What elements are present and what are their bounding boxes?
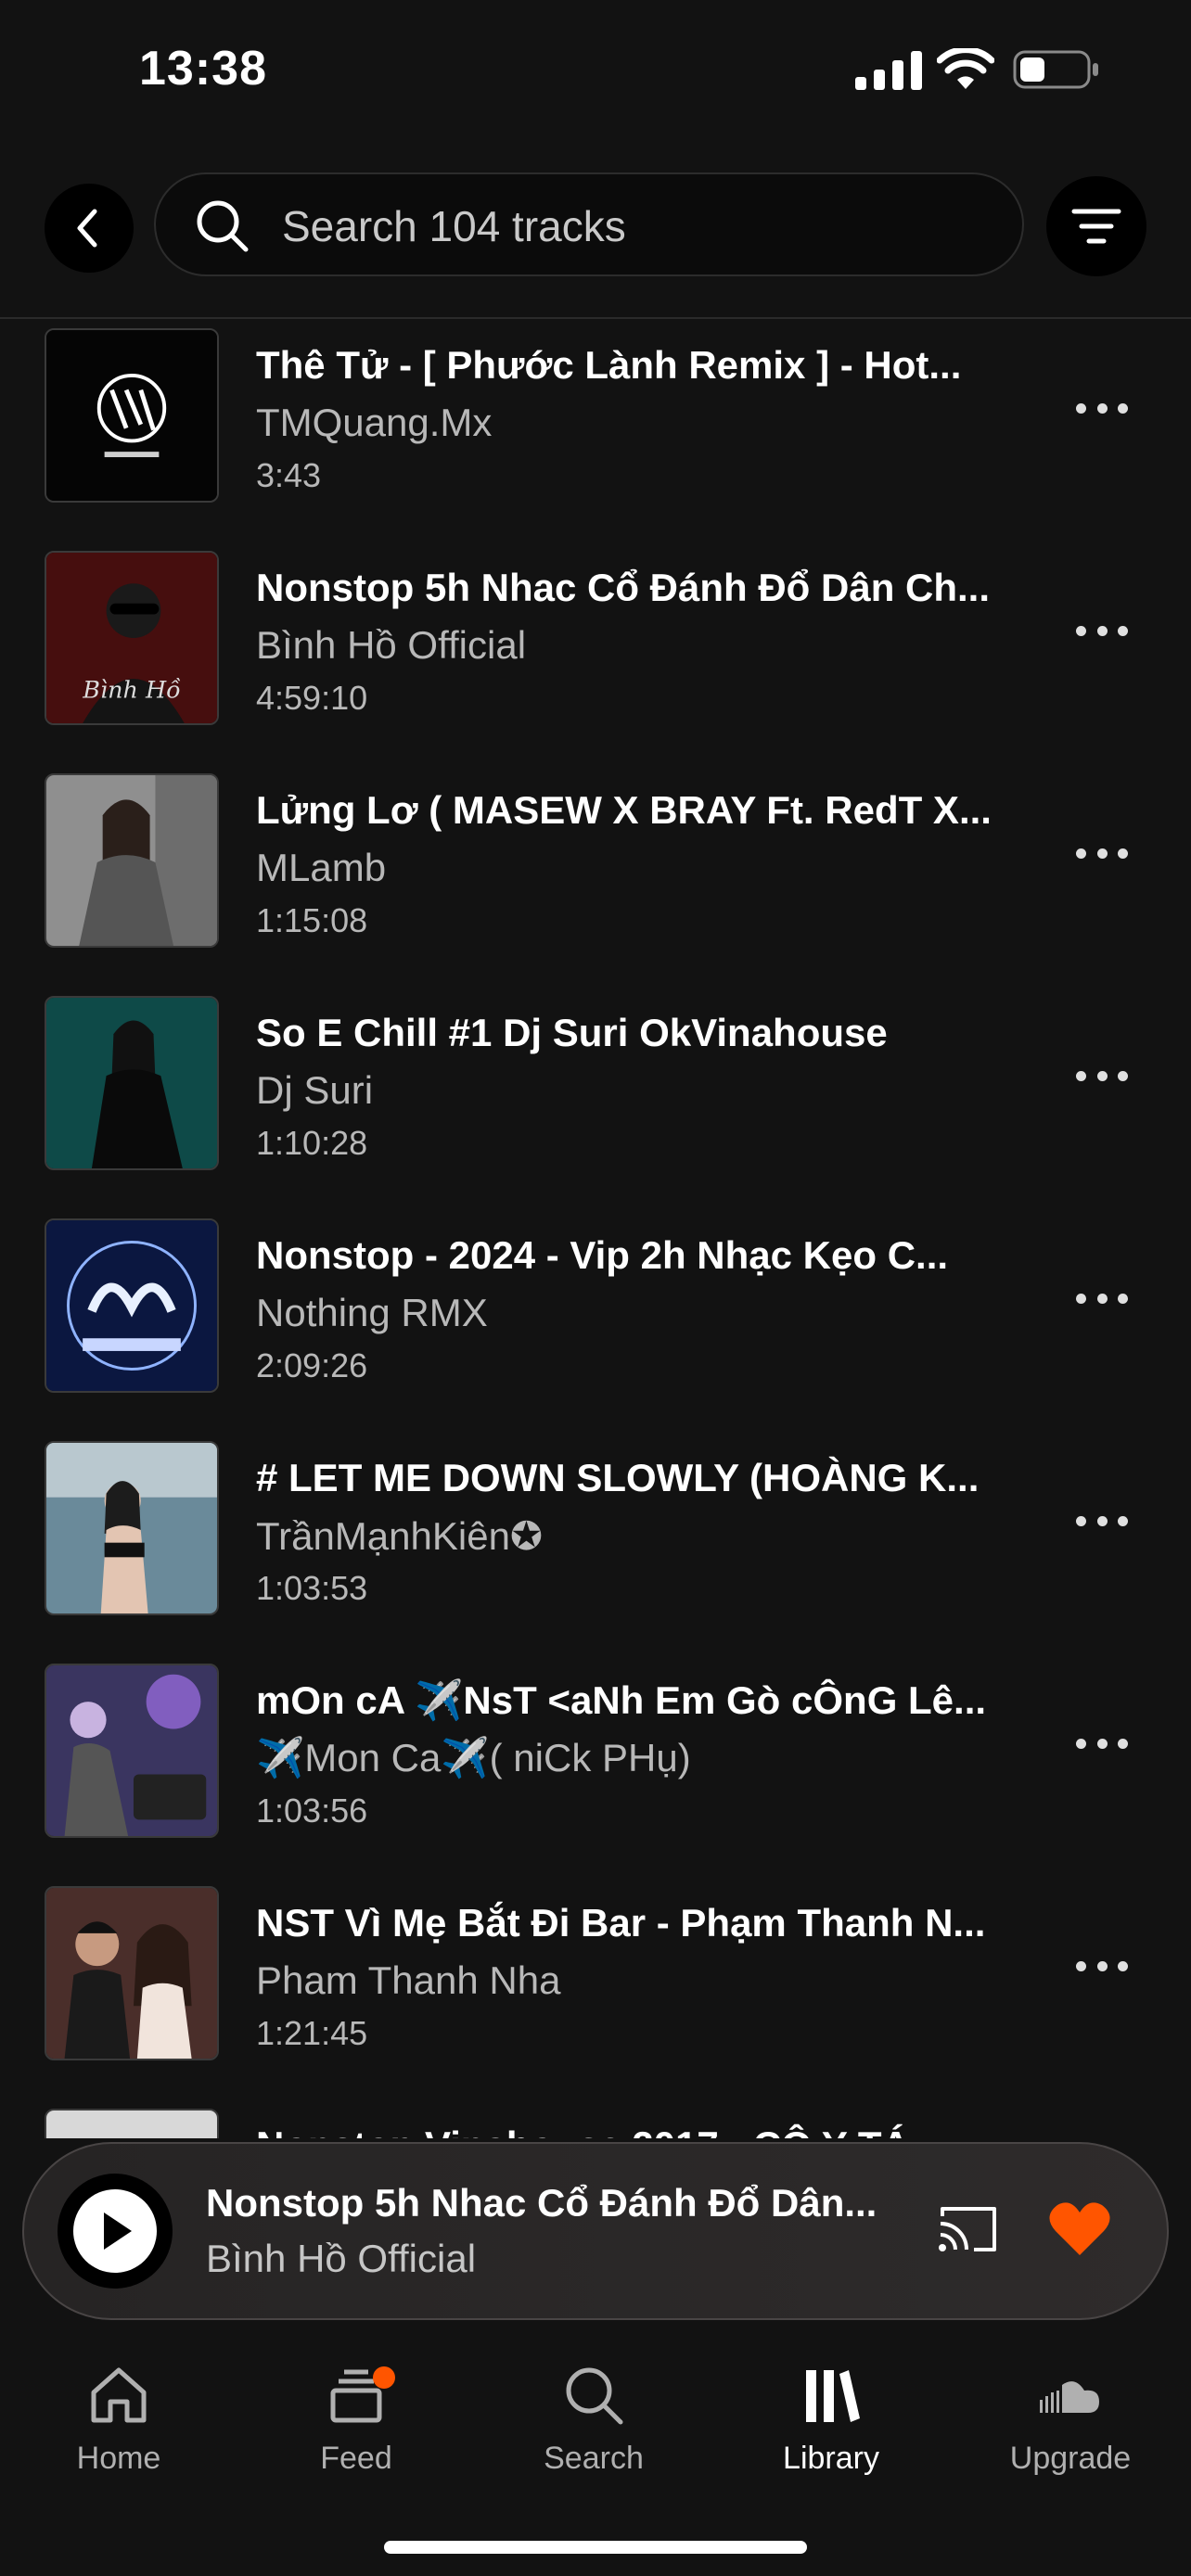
track-title: Nonstop 5h Nhac Cổ Đánh Đổ Dân Ch... [256,566,991,609]
tab-bar: Home Feed Search Library Upgrade [0,2337,1191,2576]
track-row[interactable]: Nonstop Vinahouse 2017 - CÔ Y TÁ [0,2105,1191,2138]
library-icon [806,2370,860,2422]
track-title: # LET ME DOWN SLOWLY (HOÀNG K... [256,1456,980,1499]
battery-icon [1013,50,1098,89]
track-artist: ✈️Mon Ca✈️( niCk PHụ) [256,1736,691,1779]
track-title: Thê Tử - [ Phước Lành Remix ] - Hot... [256,343,962,387]
track-title: mOn cA ✈️NsT <aNh Em Gò cÔnG Lê... [256,1678,987,1722]
tab-feed[interactable]: Feed [254,2363,458,2502]
track-artwork [45,328,219,503]
now-playing-title: Nonstop 5h Nhac Cổ Đánh Đổ Dân... [206,2181,877,2225]
play-icon [104,2213,132,2250]
header-divider [0,317,1191,319]
play-button[interactable] [58,2174,173,2289]
track-duration: 1:03:53 [256,1569,368,1607]
tab-label: Feed [320,2441,392,2476]
tab-library[interactable]: Library [729,2363,933,2502]
back-button[interactable] [45,184,134,273]
svg-text:Bình Hồ: Bình Hồ [82,676,181,704]
track-artist: Pham Thanh Nha [256,1958,561,2002]
tab-label: Search [544,2441,644,2476]
track-row[interactable]: # LET ME DOWN SLOWLY (HOÀNG K... TrầnMạn… [0,1437,1191,1660]
track-row[interactable]: Bình Hồ Nonstop 5h Nhac Cổ Đánh Đổ Dân C… [0,547,1191,770]
track-artwork: Bình Hồ [45,551,219,725]
track-artwork [45,1664,219,1838]
search-field[interactable] [154,172,1024,276]
cast-icon[interactable] [937,2203,1000,2255]
soundcloud-icon [1040,2381,1099,2413]
track-row[interactable]: Thê Tử - [ Phước Lành Remix ] - Hot... T… [0,325,1191,547]
notification-badge [373,2366,395,2389]
more-options-icon[interactable] [1076,1734,1128,1753]
track-artwork [45,996,219,1170]
track-artwork [45,2109,219,2138]
home-icon [91,2367,147,2423]
tab-search[interactable]: Search [492,2363,696,2502]
track-artwork [45,1441,219,1615]
tab-upgrade[interactable]: Upgrade [968,2363,1172,2502]
track-row[interactable]: NST Vì Mẹ Bắt Đi Bar - Phạm Thanh N... P… [0,1882,1191,2105]
track-artwork [45,1886,219,2060]
search-icon [197,200,249,252]
tab-home[interactable]: Home [17,2363,221,2502]
like-heart-icon[interactable] [1048,2200,1111,2259]
track-duration: 2:09:26 [256,1346,368,1384]
status-bar: 13:38 [0,0,1191,139]
track-title: Nonstop - 2024 - Vip 2h Nhạc Kẹo C... [256,1233,949,1277]
tab-label: Home [76,2441,161,2476]
track-artist: Bình Hồ Official [256,623,527,667]
more-options-icon[interactable] [1076,399,1128,417]
home-indicator [384,2541,807,2554]
track-duration: 1:21:45 [256,2014,368,2052]
track-title: Nonstop Vinahouse 2017 - CÔ Y TÁ [256,2123,1017,2138]
track-duration: 3:43 [256,456,322,494]
track-artwork [45,773,219,948]
track-row[interactable]: mOn cA ✈️NsT <aNh Em Gò cÔnG Lê... ✈️Mon… [0,1660,1191,1882]
now-playing-artist: Bình Hồ Official [206,2237,477,2280]
track-artwork [45,1218,219,1393]
track-row[interactable]: Nonstop - 2024 - Vip 2h Nhạc Kẹo C... No… [0,1215,1191,1437]
more-options-icon[interactable] [1076,1066,1128,1085]
track-duration: 1:03:56 [256,1792,368,1830]
filter-icon [1071,209,1121,244]
track-duration: 4:59:10 [256,679,368,717]
more-options-icon[interactable] [1076,844,1128,862]
tab-label: Library [783,2441,879,2476]
search-header [0,167,1191,306]
track-row[interactable]: Lửng Lơ ( MASEW X BRAY Ft. RedT X... MLa… [0,770,1191,992]
filter-button[interactable] [1046,176,1146,276]
search-icon [566,2367,623,2425]
track-artist: MLamb [256,846,387,889]
more-options-icon[interactable] [1076,1289,1128,1307]
track-row[interactable]: So E Chill #1 Dj Suri OkVinahouse Dj Sur… [0,992,1191,1215]
more-options-icon[interactable] [1076,1511,1128,1530]
track-list[interactable]: Thê Tử - [ Phước Lành Remix ] - Hot... T… [0,321,1191,2138]
mini-player[interactable]: Nonstop 5h Nhac Cổ Đánh Đổ Dân... Bình H… [22,2142,1169,2320]
cellular-signal-icon [855,51,922,90]
track-title: So E Chill #1 Dj Suri OkVinahouse [256,1011,888,1054]
more-options-icon[interactable] [1076,1957,1128,1975]
track-duration: 1:15:08 [256,901,368,939]
track-title: Lửng Lơ ( MASEW X BRAY Ft. RedT X... [256,788,992,832]
track-artist: Nothing RMX [256,1291,488,1334]
chevron-left-icon [77,209,97,248]
track-title: NST Vì Mẹ Bắt Đi Bar - Phạm Thanh N... [256,1901,986,1945]
track-artist: TrầnMạnhKiên✪ [256,1514,544,1558]
status-time: 13:38 [139,42,267,96]
wifi-icon [937,48,994,89]
more-options-icon[interactable] [1076,621,1128,640]
track-duration: 1:10:28 [256,1124,368,1162]
tab-label: Upgrade [1009,2441,1132,2476]
search-input[interactable] [280,193,989,260]
track-artist: TMQuang.Mx [256,401,493,444]
track-artist: Dj Suri [256,1068,374,1112]
